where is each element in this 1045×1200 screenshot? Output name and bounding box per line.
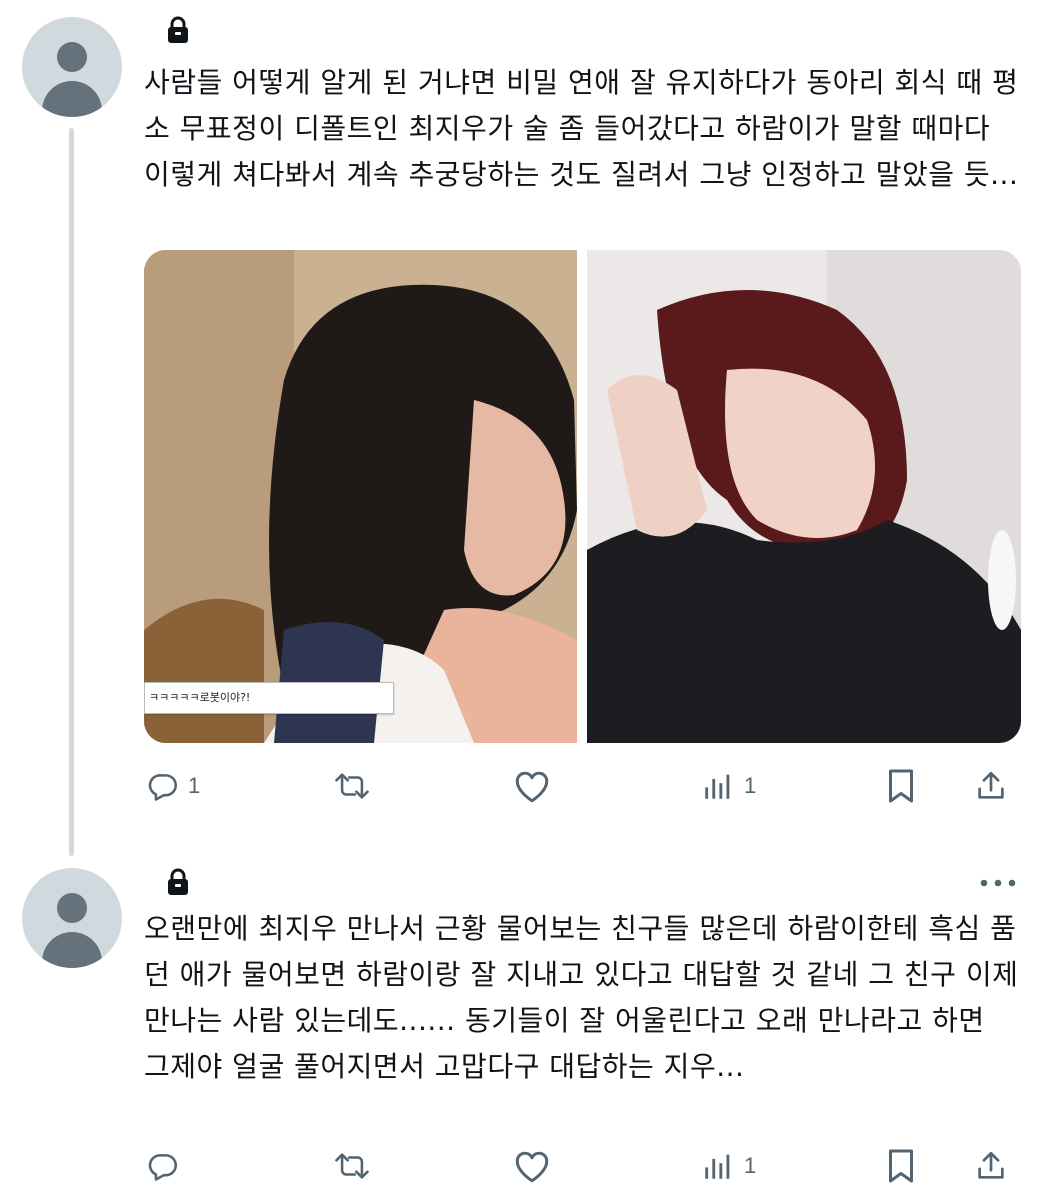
retweet-icon	[335, 773, 369, 799]
reply-button[interactable]	[146, 1144, 180, 1188]
bookmark-button[interactable]	[886, 1144, 916, 1188]
like-button[interactable]	[512, 1144, 552, 1188]
thread-line	[69, 128, 74, 856]
reply-button[interactable]: 1	[146, 764, 200, 808]
more-icon[interactable]	[978, 872, 1018, 894]
bookmark-button[interactable]	[886, 764, 916, 808]
views-button[interactable]: 1	[700, 764, 756, 808]
tweet-actions: 1 1	[144, 764, 1024, 808]
views-icon	[705, 774, 730, 799]
like-icon	[515, 771, 549, 803]
photo-illustration-left	[144, 250, 577, 743]
lock-icon	[168, 868, 188, 895]
share-button[interactable]	[974, 1144, 1008, 1188]
tweet-media[interactable]: ㅋㅋㅋㅋㅋ로봇이야?!	[144, 250, 1021, 743]
views-icon	[705, 1154, 730, 1179]
share-button[interactable]	[974, 764, 1008, 808]
like-button[interactable]	[512, 764, 552, 808]
lock-icon	[168, 16, 188, 43]
share-icon	[978, 771, 1004, 799]
media-photo-left[interactable]: ㅋㅋㅋㅋㅋ로봇이야?!	[144, 250, 577, 743]
retweet-icon	[335, 1153, 369, 1179]
media-photo-right[interactable]	[587, 250, 1021, 743]
like-icon	[515, 1151, 549, 1183]
bookmark-icon	[889, 1149, 913, 1183]
views-button[interactable]: 1	[700, 1144, 756, 1188]
share-icon	[978, 1151, 1004, 1179]
views-count: 1	[744, 773, 757, 798]
retweet-button[interactable]	[330, 1144, 374, 1188]
tweet-text: 오랜만에 최지우 만나서 근황 물어보는 친구들 많은데 하람이한테 흑심 품던…	[144, 912, 1019, 1083]
media-caption: ㅋㅋㅋㅋㅋ로봇이야?!	[144, 682, 394, 714]
retweet-button[interactable]	[330, 764, 374, 808]
tweet-actions: 1	[144, 1144, 1024, 1188]
bookmark-icon	[889, 769, 913, 803]
avatar[interactable]	[22, 868, 122, 968]
reply-icon	[148, 1154, 178, 1181]
photo-illustration-right	[587, 250, 1021, 743]
tweet-text: 사람들 어떻게 알게 된 거냐면 비밀 연애 잘 유지하다가 동아리 회식 때 …	[144, 66, 1019, 191]
views-count: 1	[744, 1153, 757, 1178]
avatar[interactable]	[22, 17, 122, 117]
reply-icon	[148, 774, 178, 801]
reply-count: 1	[188, 773, 201, 798]
